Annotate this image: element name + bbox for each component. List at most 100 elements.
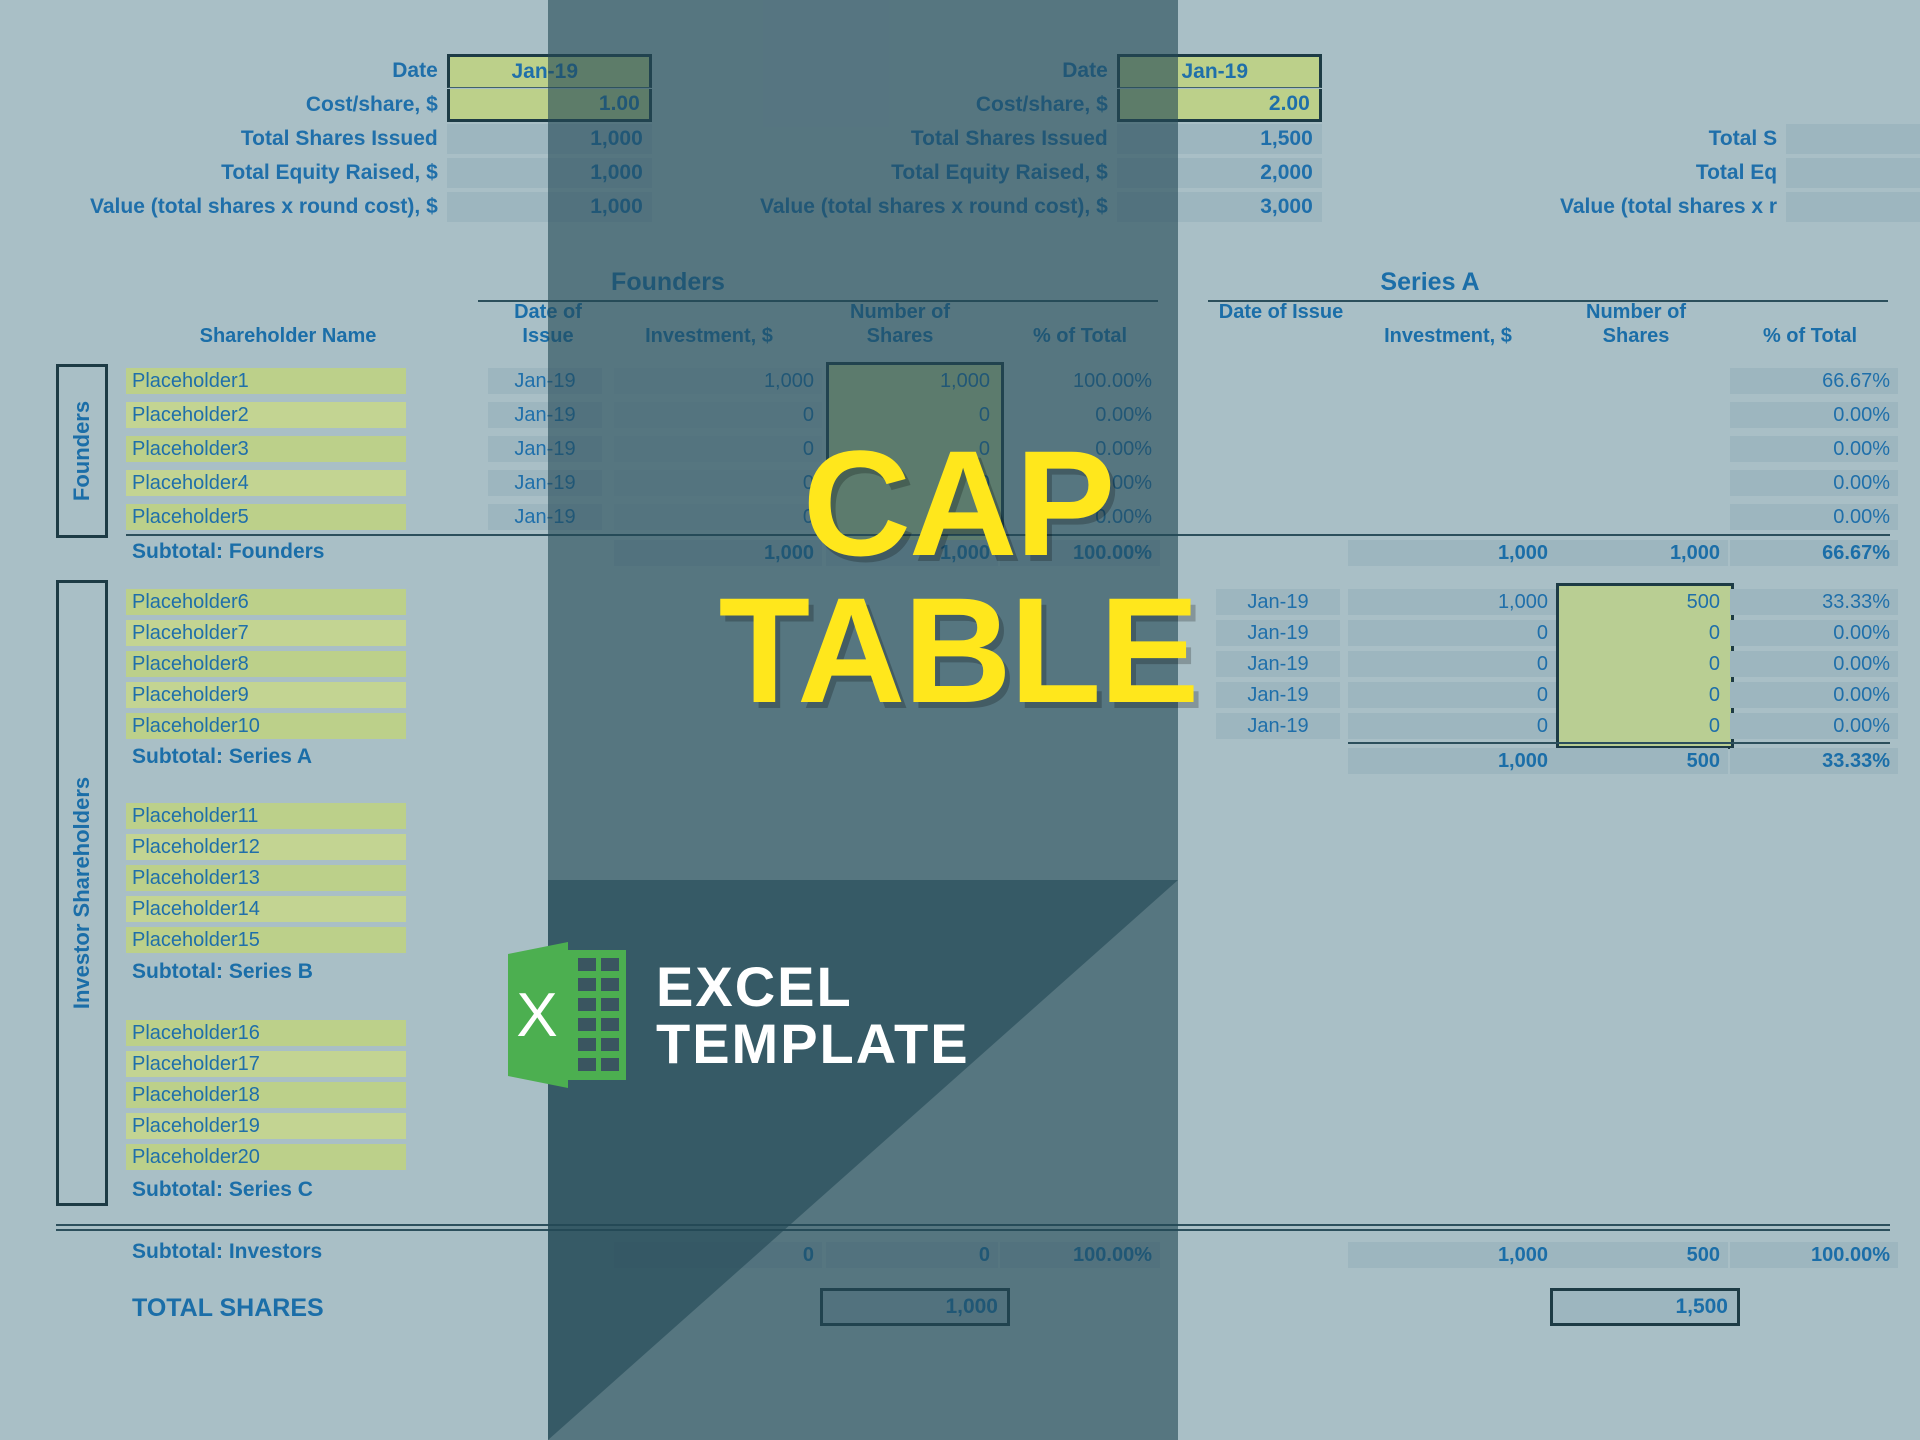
- table-cell-date: Jan-19: [1216, 713, 1340, 739]
- table-cell-investment[interactable]: 0: [614, 504, 822, 530]
- table-cell-investment[interactable]: 1,000: [614, 368, 822, 394]
- table-cell-investment[interactable]: 0: [1348, 713, 1556, 739]
- field-label: Date: [392, 59, 438, 82]
- list-item[interactable]: Placeholder10: [126, 713, 406, 739]
- table-cell-investment[interactable]: 0: [614, 402, 822, 428]
- total-shares-series-a-value: 1,500: [1550, 1288, 1740, 1326]
- table-cell-pct: 0.00%: [1730, 470, 1898, 496]
- founders-date-input[interactable]: Jan-19: [446, 54, 652, 88]
- table-cell-date: Jan-19: [488, 470, 602, 496]
- investors-subtotal-rule: [56, 1224, 1890, 1231]
- table-cell-shares[interactable]: 0: [826, 436, 998, 462]
- table-cell-pct: 0.00%: [1095, 472, 1152, 494]
- list-item[interactable]: Placeholder13: [126, 865, 406, 891]
- list-item[interactable]: Placeholder7: [126, 620, 406, 646]
- series-a-round-value: 3,000: [1116, 192, 1322, 222]
- column-header-shareholder-name: Shareholder Name: [199, 325, 377, 347]
- series-a-subtotal-rule: [1348, 742, 1890, 744]
- table-cell-shares[interactable]: 1,000: [826, 368, 998, 394]
- table-cell-shares[interactable]: 0: [1556, 713, 1728, 739]
- founders-total-equity-raised-value: 1,000: [446, 158, 652, 188]
- table-cell-pct: 0.00%: [1730, 682, 1898, 708]
- round-header-founders: Date Jan-19 Cost/share, $ 1.00 Total Sha…: [90, 54, 652, 224]
- list-item[interactable]: Placeholder19: [126, 1113, 406, 1139]
- series-b-total-equity-raised-value: [1786, 158, 1920, 188]
- list-item[interactable]: Placeholder8: [126, 651, 406, 677]
- list-item[interactable]: Placeholder4: [126, 470, 406, 496]
- field-label: Value (total shares x r: [1560, 195, 1778, 218]
- list-item[interactable]: Placeholder5: [126, 504, 406, 530]
- series-b-total-shares-issued-value: [1786, 124, 1920, 154]
- series-a-date-input[interactable]: Jan-19: [1116, 54, 1322, 88]
- subtotal-founders-pct: 100.00%: [1000, 540, 1160, 566]
- field-label: Total Equity Raised, $: [221, 161, 438, 184]
- list-item[interactable]: Placeholder17: [126, 1051, 406, 1077]
- table-cell-date: Jan-19: [488, 436, 602, 462]
- table-cell-shares[interactable]: 0: [826, 504, 998, 530]
- subtotal-investors-founders-pct: 100.00%: [1000, 1242, 1160, 1268]
- table-cell-investment[interactable]: 0: [1348, 620, 1556, 646]
- field-label: Total Shares Issued: [910, 127, 1108, 150]
- field-label: Value (total shares x round cost), $: [760, 195, 1108, 218]
- table-cell-investment[interactable]: 0: [614, 436, 822, 462]
- table-cell-pct: 0.00%: [1730, 620, 1898, 646]
- list-item[interactable]: Placeholder20: [126, 1144, 406, 1170]
- series-a-cost-per-share-input[interactable]: 2.00: [1116, 88, 1322, 122]
- column-header-series-a-date-of-issue: Date of Issue: [1218, 301, 1344, 323]
- table-cell-shares[interactable]: 0: [1556, 620, 1728, 646]
- table-cell-investment[interactable]: 1,000: [1348, 589, 1556, 615]
- founders-total-shares-issued-value: 1,000: [446, 124, 652, 154]
- series-a-total-shares-issued-value: 1,500: [1116, 124, 1322, 154]
- list-item[interactable]: Placeholder1: [126, 368, 406, 394]
- field-label: Cost/share, $: [305, 93, 438, 116]
- list-item[interactable]: Placeholder15: [126, 927, 406, 953]
- subtotal-investors-founders-shares: 0: [826, 1242, 998, 1268]
- table-cell-shares[interactable]: 0: [1556, 682, 1728, 708]
- field-label: Total Eq: [1695, 161, 1778, 184]
- subtotal-investors-series-a-shares: 500: [1556, 1242, 1728, 1268]
- table-cell-date: Jan-19: [1216, 620, 1340, 646]
- column-header-series-a-pct-of-total: % of Total: [1762, 325, 1858, 347]
- group-title-series-a: Series A: [1380, 268, 1480, 296]
- list-item[interactable]: Placeholder18: [126, 1082, 406, 1108]
- table-cell-shares[interactable]: 0: [826, 402, 998, 428]
- list-item[interactable]: Placeholder16: [126, 1020, 406, 1046]
- list-item[interactable]: Placeholder9: [126, 682, 406, 708]
- table-cell-pct: 0.00%: [1730, 713, 1898, 739]
- table-cell-shares[interactable]: 0: [1556, 651, 1728, 677]
- field-label: Cost/share, $: [975, 93, 1108, 116]
- list-item[interactable]: Placeholder14: [126, 896, 406, 922]
- table-cell-shares[interactable]: 500: [1556, 589, 1728, 615]
- table-cell-pct: 0.00%: [1730, 504, 1898, 530]
- group-bracket-founders-label: Founders: [69, 400, 94, 502]
- table-cell-date: Jan-19: [1216, 651, 1340, 677]
- list-item[interactable]: Placeholder11: [126, 803, 406, 829]
- list-item[interactable]: Placeholder6: [126, 589, 406, 615]
- table-cell-date: Jan-19: [1216, 682, 1340, 708]
- group-bracket-investors: Investor Shareholders: [56, 580, 108, 1206]
- series-a-total-equity-raised-value: 2,000: [1116, 158, 1322, 188]
- subtotal-series-a-shares-founders-row: 1,000: [1556, 540, 1728, 566]
- table-cell-shares[interactable]: 0: [826, 470, 998, 496]
- subtotal-investors-series-a-pct: 100.00%: [1730, 1242, 1898, 1268]
- list-item[interactable]: Placeholder3: [126, 436, 406, 462]
- table-cell-pct: 100.00%: [1073, 370, 1152, 392]
- column-header-founders-date-of-issue: Date of Issue: [514, 301, 582, 347]
- table-cell-investment[interactable]: 0: [1348, 682, 1556, 708]
- table-cell-investment[interactable]: 0: [1348, 651, 1556, 677]
- field-label: Total S: [1708, 127, 1778, 150]
- list-item[interactable]: Placeholder2: [126, 402, 406, 428]
- table-cell-pct: 0.00%: [1095, 438, 1152, 460]
- table-cell-date: Jan-19: [488, 402, 602, 428]
- list-item[interactable]: Placeholder12: [126, 834, 406, 860]
- table-cell-investment[interactable]: 0: [614, 470, 822, 496]
- subtotal-founders-shares: 1,000: [826, 540, 998, 566]
- spreadsheet-canvas: Date Jan-19 Cost/share, $ 1.00 Total Sha…: [0, 0, 1920, 1440]
- subtotal-series-a-investment-founders-row: 1,000: [1348, 540, 1556, 566]
- column-header-founders-investment: Investment, $: [645, 325, 773, 347]
- founders-cost-per-share-input[interactable]: 1.00: [446, 88, 652, 122]
- group-bracket-founders: Founders: [56, 364, 108, 538]
- table-cell-date: Jan-19: [488, 504, 602, 530]
- group-bracket-investors-label: Investor Shareholders: [69, 776, 94, 1010]
- series-b-round-value: [1786, 192, 1920, 222]
